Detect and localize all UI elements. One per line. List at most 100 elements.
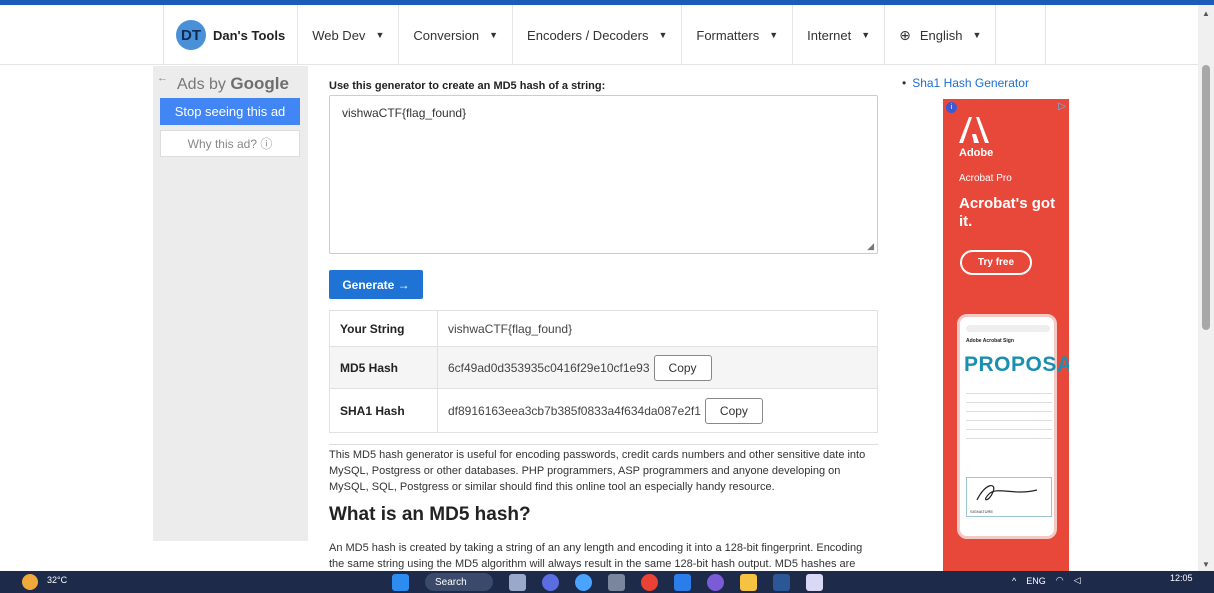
wifi-icon[interactable]: ◠ [1056, 575, 1064, 586]
chrome-icon[interactable] [641, 573, 658, 591]
caret-down-icon: ▼ [972, 30, 982, 40]
resize-handle-icon[interactable]: ◢ [867, 241, 874, 252]
file-explorer-icon[interactable] [740, 573, 757, 591]
nav-formatters[interactable]: Formatters ▼ [682, 5, 794, 65]
search-label: Search [435, 576, 467, 588]
ads-by-google: Ads by Google [177, 74, 289, 94]
taskbar: 32°C Search ^ ENG ◠ ◁ 12:05 [0, 571, 1214, 593]
string-input[interactable]: vishwaCTF{flag_found} ◢ [329, 95, 878, 254]
copy-sha1-button[interactable]: Copy [704, 397, 763, 424]
app-icon[interactable] [707, 573, 724, 591]
divider [329, 444, 878, 445]
caret-down-icon: ▼ [658, 30, 668, 40]
scroll-down-icon[interactable]: ▼ [1202, 560, 1210, 569]
brand-logo: DT [176, 20, 206, 50]
nav-language[interactable]: ⊕ English ▼ [885, 5, 997, 65]
ad-info-icon[interactable]: i [946, 102, 957, 113]
sha1-hash-value: df8916163eea3cb7b385f0833a4f634da087e2f1 [448, 403, 701, 418]
chat-icon[interactable] [542, 573, 559, 591]
signature-label: SIGNATURE [970, 509, 994, 514]
bullet-icon: • [902, 76, 907, 90]
google-label: Google [230, 74, 289, 93]
camera-icon[interactable] [608, 573, 625, 591]
ads-by-label: Ads by [177, 76, 226, 93]
description-paragraph: This MD5 hash generator is useful for en… [329, 449, 866, 493]
signature-box: SIGNATURE [966, 477, 1052, 517]
nav-label: Internet [807, 27, 852, 43]
stop-seeing-ad-button[interactable]: Stop seeing this ad [160, 98, 300, 125]
why-this-ad-button[interactable]: Why this ad? ⓘ [160, 130, 300, 157]
row-label: SHA1 Hash [330, 389, 438, 432]
task-view-icon[interactable] [509, 573, 526, 591]
phone-mockup: Adobe Acrobat Sign PROPOSAL SIGNATURE [957, 314, 1069, 539]
input-value: vishwaCTF{flag_found} [342, 106, 467, 120]
scroll-up-icon[interactable]: ▲ [1202, 9, 1210, 18]
adchoices-icon[interactable]: ▷ [1058, 101, 1066, 112]
row-value: 6cf49ad0d353935c0416f29e10cf1e93 Copy [438, 354, 712, 381]
try-free-button[interactable]: Try free [960, 250, 1032, 275]
generate-button[interactable]: Generate → [329, 270, 423, 299]
sidebar-link-label: Sha1 Hash Generator [912, 76, 1029, 90]
caret-down-icon: ▼ [375, 30, 385, 40]
table-row: Your String vishwaCTF{flag_found} [330, 311, 877, 347]
page-scrollbar[interactable]: ▲ ▼ [1198, 5, 1214, 571]
brand-name: Dan's Tools [213, 27, 286, 43]
your-string-value: vishwaCTF{flag_found} [448, 321, 573, 336]
clock[interactable]: 12:05 [1170, 573, 1193, 583]
snipping-tool-icon[interactable] [806, 573, 823, 591]
taskbar-search[interactable]: Search [425, 573, 493, 591]
table-row: MD5 Hash 6cf49ad0d353935c0416f29e10cf1e9… [330, 347, 877, 389]
table-row: SHA1 Hash df8916163eea3cb7b385f0833a4f63… [330, 389, 877, 432]
search-app-icon[interactable] [575, 573, 592, 591]
phone-url-bar [966, 325, 1050, 332]
word-icon[interactable] [773, 573, 790, 591]
row-label: MD5 Hash [330, 347, 438, 388]
navbar: DT Dan's Tools Web Dev ▼ Conversion ▼ Enco… [0, 5, 1198, 65]
nav-encoders-decoders[interactable]: Encoders / Decoders ▼ [513, 5, 683, 65]
left-ad-panel: ← Ads by Google Stop seeing this ad Why … [153, 66, 308, 541]
vscode-icon[interactable] [674, 573, 691, 591]
row-label: Your String [330, 311, 438, 346]
nav-spacer [996, 5, 1047, 65]
scroll-thumb[interactable] [1202, 65, 1210, 330]
phone-app-name: Adobe Acrobat Sign [966, 338, 1014, 344]
ad-brand: Adobe [959, 147, 994, 159]
nav-label: English [919, 27, 963, 43]
nav-label: Web Dev [312, 27, 366, 43]
chevron-up-icon[interactable]: ^ [1012, 576, 1016, 586]
temperature: 32°C [47, 575, 68, 585]
row-value: df8916163eea3cb7b385f0833a4f634da087e2f1… [438, 397, 763, 424]
copy-md5-button[interactable]: Copy [653, 354, 712, 381]
volume-icon[interactable]: ◁ [1074, 575, 1081, 586]
signature-icon [976, 485, 1038, 501]
right-ad-banner[interactable]: i ▷ Adobe Acrobat Pro Acrobat's got it. … [943, 99, 1069, 571]
system-tray: ^ ENG ◠ ◁ [1012, 575, 1091, 586]
md5-explanation-paragraph: An MD5 hash is created by taking a strin… [329, 542, 863, 570]
adobe-logo-icon [959, 117, 989, 143]
results-table: Your String vishwaCTF{flag_found} MD5 Ha… [329, 310, 878, 433]
taskbar-apps: Search [392, 573, 839, 591]
lang-indicator[interactable]: ENG [1026, 576, 1046, 586]
ad-product: Acrobat Pro [959, 173, 1012, 184]
proposal-title: PROPOSAL [964, 353, 1069, 376]
row-value: vishwaCTF{flag_found} [438, 322, 572, 336]
proposal-lines [966, 393, 1052, 447]
brand-link[interactable]: DT Dan's Tools [163, 5, 299, 65]
windows-start-icon[interactable] [392, 573, 409, 591]
nav-label: Encoders / Decoders [527, 27, 649, 43]
nav-label: Conversion [413, 27, 480, 43]
nav-label: Formatters [696, 27, 760, 43]
section-heading: What is an MD5 hash? [329, 504, 531, 525]
instruction-text: Use this generator to create an MD5 hash… [329, 80, 606, 92]
nav-web-dev[interactable]: Web Dev ▼ [298, 5, 400, 65]
sidebar-link-sha1[interactable]: • Sha1 Hash Generator [902, 76, 1029, 90]
globe-icon: ⊕ [899, 26, 911, 43]
nav-internet[interactable]: Internet ▼ [793, 5, 886, 65]
caret-down-icon: ▼ [489, 30, 499, 40]
back-arrow-icon[interactable]: ← [157, 72, 168, 84]
caret-down-icon: ▼ [769, 30, 779, 40]
weather-icon[interactable] [22, 574, 38, 590]
nav-conversion[interactable]: Conversion ▼ [399, 5, 514, 65]
caret-down-icon: ▼ [861, 30, 871, 40]
md5-hash-value: 6cf49ad0d353935c0416f29e10cf1e93 [448, 360, 650, 375]
